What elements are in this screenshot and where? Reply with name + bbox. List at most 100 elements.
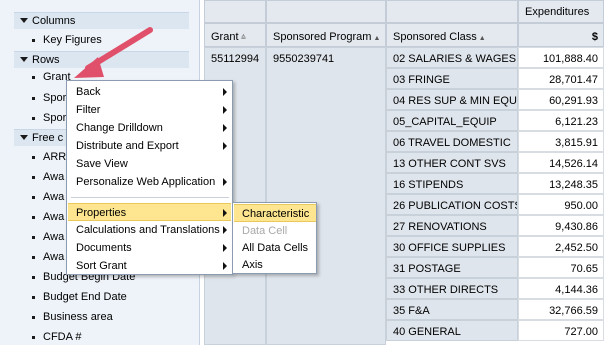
bullet-icon [32,196,35,199]
menu-item-calculations[interactable]: Calculations and Translations [68,221,231,239]
class-label: 27 RENOVATIONS [393,221,487,233]
cell-class[interactable]: 16 STIPENDS [386,173,518,194]
cell-class[interactable]: 26 PUBLICATION COSTS [386,194,518,215]
cell-class[interactable]: 04 RES SUP & MIN EQU [386,89,518,110]
value-label: 32,766.59 [549,305,598,317]
class-label: 33 OTHER DIRECTS [393,284,499,296]
cell-value[interactable]: 6,121.23 [518,110,604,131]
value-label: 4,144.36 [555,284,598,296]
properties-submenu: Characteristic Data Cell All Data Cells … [232,202,317,274]
value-label: 14,526.14 [549,158,598,170]
menu-item-distribute-export[interactable]: Distribute and Export [68,137,231,155]
bullet-icon [32,276,35,279]
header-sponsored-program[interactable]: Sponsored Program ▲ [266,23,386,47]
header-blank [266,0,386,23]
nav-item-label: Awa [43,231,65,243]
bullet-icon [32,117,35,120]
value-label: 3,815.91 [555,137,598,149]
class-label: 16 STIPENDS [393,179,464,191]
header-program-label: Sponsored Program [273,31,372,43]
menu-item-label: Personalize Web Application [76,176,216,188]
header-expenditures[interactable]: Expenditures [518,0,604,23]
header-currency: $ [518,23,604,47]
submenu-arrow-icon [223,124,227,132]
class-label: 40 GENERAL [393,326,461,338]
menu-item-label: Sort Grant [76,260,127,272]
submenu-arrow-icon [223,226,227,234]
cell-class[interactable]: 31 POSTAGE [386,257,518,278]
menu-item-documents[interactable]: Documents [68,239,231,257]
class-label: 06 TRAVEL DOMESTIC [393,137,511,149]
cell-class[interactable]: 35 F&A [386,299,518,320]
menu-item-filter[interactable]: Filter [68,101,231,119]
bullet-icon [32,176,35,179]
cell-sponsored-program[interactable]: 9550239741 [266,47,386,345]
nav-item-label: Business area [43,311,113,323]
cell-class[interactable]: 33 OTHER DIRECTS [386,278,518,299]
cell-value[interactable]: 32,766.59 [518,299,604,320]
submenu-arrow-icon [223,262,227,270]
class-label: 31 POSTAGE [393,263,461,275]
collapse-triangle-icon[interactable] [20,18,28,23]
value-label: 9,430.86 [555,221,598,233]
cell-value[interactable]: 3,815.91 [518,131,604,152]
value-label: 950.00 [564,200,598,212]
value-label: 2,452.50 [555,242,598,254]
bullet-icon [32,76,35,79]
submenu-item-all-data-cells[interactable]: All Data Cells [234,239,316,257]
bullet-icon [32,296,35,299]
class-label: 30 OFFICE SUPPLIES [393,242,506,254]
menu-item-personalize[interactable]: Personalize Web Application [68,173,231,191]
cell-value[interactable]: 9,430.86 [518,215,604,236]
sort-icon[interactable]: ≙ [241,34,247,42]
cell-class[interactable]: 06 TRAVEL DOMESTIC [386,131,518,152]
cell-class[interactable]: 05_CAPITAL_EQUIP [386,110,518,131]
menu-item-label: Change Drilldown [76,122,163,134]
cell-value[interactable]: 2,452.50 [518,236,604,257]
cell-value[interactable]: 950.00 [518,194,604,215]
submenu-arrow-icon [223,244,227,252]
sort-icon[interactable]: ▲ [479,35,486,42]
submenu-item-characteristic[interactable]: Characteristic [234,204,316,222]
menu-item-sort-grant[interactable]: Sort Grant [68,257,231,275]
cell-value[interactable]: 101,888.40 [518,47,604,68]
section-free-label: Free c [32,132,64,144]
cell-class[interactable]: 03 FRINGE [386,68,518,89]
cell-value[interactable]: 14,526.14 [518,152,604,173]
header-sponsored-class[interactable]: Sponsored Class ▲ [386,23,518,47]
cell-class[interactable]: 30 OFFICE SUPPLIES [386,236,518,257]
menu-item-label: Documents [76,242,132,254]
cell-value[interactable]: 4,144.36 [518,278,604,299]
context-menu: Back Filter Change Drilldown Distribute … [66,80,233,275]
nav-item-label: CFDA # [43,331,82,343]
submenu-item-label: Axis [242,259,263,271]
cell-value[interactable]: 70.65 [518,257,604,278]
cell-value[interactable]: 13,248.35 [518,173,604,194]
cell-value[interactable]: 28,701.47 [518,68,604,89]
nav-item-label: Awa [43,211,65,223]
value-label: 13,248.35 [549,179,598,191]
menu-item-label: Filter [76,104,101,116]
menu-item-properties[interactable]: Properties [68,203,231,221]
nav-item-label: Spor [43,112,67,124]
cell-value[interactable]: 60,291.93 [518,89,604,110]
collapse-triangle-icon[interactable] [20,57,28,62]
cell-class[interactable]: 40 GENERAL [386,320,518,341]
cell-class[interactable]: 27 RENOVATIONS [386,215,518,236]
cell-value[interactable]: 727.00 [518,320,604,341]
class-label: 03 FRINGE [393,74,450,86]
cell-class[interactable]: 13 OTHER CONT SVS [386,152,518,173]
value-label: 60,291.93 [549,95,598,107]
header-grant[interactable]: Grant ≙ [204,23,266,47]
sort-icon[interactable]: ▲ [373,35,380,42]
menu-item-change-drilldown[interactable]: Change Drilldown [68,119,231,137]
collapse-triangle-icon[interactable] [20,135,28,140]
menu-item-label: Save View [76,158,128,170]
value-label: 70.65 [570,263,598,275]
program-value: 9550239741 [273,53,335,65]
cell-class[interactable]: 02 SALARIES & WAGES [386,47,518,68]
menu-item-save-view[interactable]: Save View [68,155,231,173]
value-label: 28,701.47 [549,74,598,86]
class-label: 35 F&A [393,305,430,317]
submenu-item-axis[interactable]: Axis [234,256,316,274]
